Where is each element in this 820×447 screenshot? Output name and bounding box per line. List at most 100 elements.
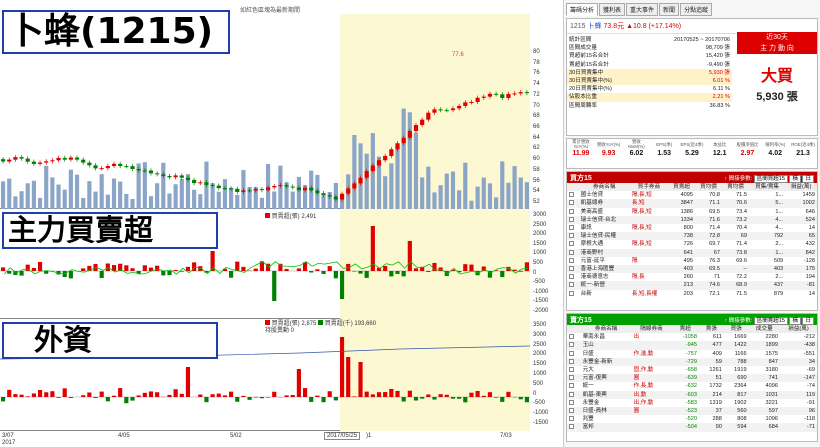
bar-positive (253, 268, 258, 271)
table-cell: 日盛-員林 (582, 408, 607, 415)
bar-positive (7, 389, 12, 397)
table-row[interactable]: 元富-延平 隔 495 76.3 69.6 509 -128 (567, 257, 817, 265)
summary-label: 30日買賣集中 (569, 69, 604, 76)
table-row[interactable]: 香港上海匯豐 403 69.5 -- 403 175 (567, 265, 817, 274)
bar-positive (167, 394, 172, 397)
table-cell: 港商德意志 (580, 274, 609, 281)
column-header[interactable]: 買賣超 (668, 183, 695, 191)
row-checkbox[interactable] (569, 249, 574, 255)
table-cell: 71.5 (736, 192, 747, 199)
row-checkbox[interactable] (569, 391, 574, 397)
table-row[interactable]: 元富-復興 圓 -639 51 690 741 -147 (567, 374, 817, 383)
column-header[interactable]: 賣張 (699, 325, 724, 333)
tab-news[interactable]: 新聞 (659, 3, 680, 16)
column-header[interactable]: 券商名稱 (579, 183, 630, 191)
row-checkbox[interactable] (569, 216, 574, 222)
row-checkbox[interactable] (569, 383, 574, 389)
tab-branch-tracking[interactable]: 分點追蹤 (680, 3, 713, 16)
table-row[interactable]: 玉山 -945 477 1422 1899 -438 (567, 341, 817, 350)
table-row[interactable]: 凱基總券 長,短 3847 71.1 70.6 5... 1002 (567, 199, 817, 208)
column-header[interactable]: 賣超 (671, 325, 699, 333)
buy-btn-b[interactable]: 日 (802, 174, 814, 183)
table-row[interactable]: 凱基-東興 出,動 -603 214 817 1031 119 (567, 390, 817, 399)
bar-positive (315, 395, 320, 397)
table-row[interactable]: 永豐金-新新 -729 59 788 847 34 (567, 357, 817, 367)
row-checkbox[interactable] (569, 399, 574, 405)
axis-label: 3500 (533, 322, 547, 328)
table-row[interactable]: 統一 作,長,動 -632 1732 2364 4096 -74 (567, 382, 817, 390)
row-checkbox[interactable] (569, 200, 574, 206)
table-cell: 1669 (734, 334, 747, 341)
table-row[interactable]: 永豐金 出,作,動 -583 1319 1902 3221 -91 (567, 399, 817, 407)
row-checkbox[interactable] (569, 208, 574, 214)
volume-bar (420, 177, 425, 209)
row-checkbox[interactable] (569, 241, 574, 247)
buy-btn-a[interactable]: 橫 (789, 174, 801, 183)
row-checkbox[interactable] (569, 233, 574, 239)
row-checkbox[interactable] (569, 367, 574, 373)
row-checkbox[interactable] (569, 358, 574, 364)
table-row[interactable]: 國士信貸 隔,長,短 4095 70.8 71.5 1... 1459 (567, 191, 817, 199)
row-checkbox[interactable] (569, 334, 574, 340)
column-header[interactable]: 賣均價 (722, 183, 749, 191)
table-row[interactable]: 元大 固,作,動 -658 1261 1919 3180 -69 (567, 366, 817, 374)
column-header[interactable]: 買均價 (695, 183, 722, 191)
column-header[interactable]: 損益(萬) (780, 325, 817, 333)
table-cell: 瑞士信貸-台北 (580, 216, 617, 223)
volume-bar (296, 176, 301, 209)
table-row[interactable]: 華南永昌 出 -1058 611 1669 2280 -212 (567, 333, 817, 341)
volume-bar (432, 192, 437, 209)
column-header[interactable]: 損益(萬) (785, 183, 817, 191)
row-checkbox[interactable] (569, 266, 574, 272)
table-row[interactable]: 港商野村 641 67 73.8 1... 842 (567, 248, 817, 257)
row-checkbox[interactable] (569, 225, 574, 231)
table-row[interactable]: 瑞士信貸-台北 1334 71.6 73.2 4... 524 (567, 215, 817, 225)
bar-positive (62, 388, 67, 397)
column-header[interactable]: 成交量 (749, 325, 780, 333)
table-row[interactable]: 日盛-員林 圓 -523 37 560 597 96 (567, 407, 817, 416)
table-row[interactable]: 日盛 作,進,動 -757 409 1166 1575 -551 (567, 350, 817, 358)
tab-events[interactable]: 重大事件 (626, 3, 659, 16)
column-header[interactable]: 隔線券商 (632, 325, 672, 333)
row-checkbox[interactable] (569, 342, 574, 348)
row-checkbox[interactable] (569, 408, 574, 414)
tab-chip-analysis[interactable]: 籌碼分析 (566, 3, 599, 16)
table-row[interactable]: 美商高盛 隔,長,短 1386 69.5 73.4 1... 646 (567, 208, 817, 216)
table-row[interactable]: 統一-新營 213 74.6 68.9 437 -81 (567, 281, 817, 290)
table-row[interactable]: 兆豐 -520 288 808 1096 -118 (567, 415, 817, 423)
table-cell: 統一 (582, 383, 594, 390)
row-checkbox[interactable] (569, 375, 574, 381)
table-row[interactable]: 康訊 隔,長,短 800 71.4 70.4 4... 14 (567, 224, 817, 232)
sell-box: 賣方15 ↑ 間接參數: 區間賣超15 橫 日 券商名稱 隔線券商 賣超 賣張 買張 成交… (566, 313, 818, 442)
column-header[interactable]: 券商名稱 (581, 325, 632, 333)
table-cell: 長,短 (631, 200, 645, 207)
row-checkbox[interactable] (569, 290, 574, 296)
table-row[interactable]: 台新 長,短,長權 203 72.1 71.5 879 14 (567, 290, 817, 298)
volume-bar (352, 134, 357, 209)
column-header[interactable]: 買集/賣集 (749, 183, 785, 191)
table-row[interactable]: 瑞士信貸-民權 738 72.8 69 792 65 (567, 232, 817, 241)
column-header[interactable]: 買手券商 (630, 183, 668, 191)
main-force-legend: 買賣超(張) 2,491 (265, 211, 316, 220)
sell-btn-a[interactable]: 橫 (789, 316, 801, 325)
table-cell: 1... (775, 208, 784, 215)
column-header[interactable]: 買張 (724, 325, 749, 333)
bar-positive (487, 392, 493, 397)
row-checkbox[interactable] (569, 274, 574, 280)
table-cell: 統一-新營 (580, 282, 605, 289)
row-checkbox[interactable] (569, 416, 574, 422)
row-checkbox[interactable] (569, 282, 574, 288)
row-checkbox[interactable] (569, 424, 574, 430)
row-checkbox[interactable] (569, 192, 574, 198)
bar-negative (457, 397, 462, 399)
table-row[interactable]: 港商德意志 隔,長 260 71 72.2 2... 194 (567, 273, 817, 281)
buy-select[interactable]: 區間買超15 (753, 174, 788, 183)
tab-profit[interactable]: 獲利表 (599, 3, 626, 16)
row-checkbox[interactable] (569, 350, 574, 356)
sell-select[interactable]: 區間賣超15 (753, 316, 788, 325)
table-row[interactable]: 摩根大通 隔,長,短 726 69.7 71.4 2... 432 (567, 240, 817, 248)
table-row[interactable]: 富邦 -504 90 594 684 -71 (567, 423, 817, 432)
main-force-title: 主力買賣超 (2, 212, 218, 249)
sell-btn-b[interactable]: 日 (802, 316, 814, 325)
row-checkbox[interactable] (569, 257, 574, 263)
